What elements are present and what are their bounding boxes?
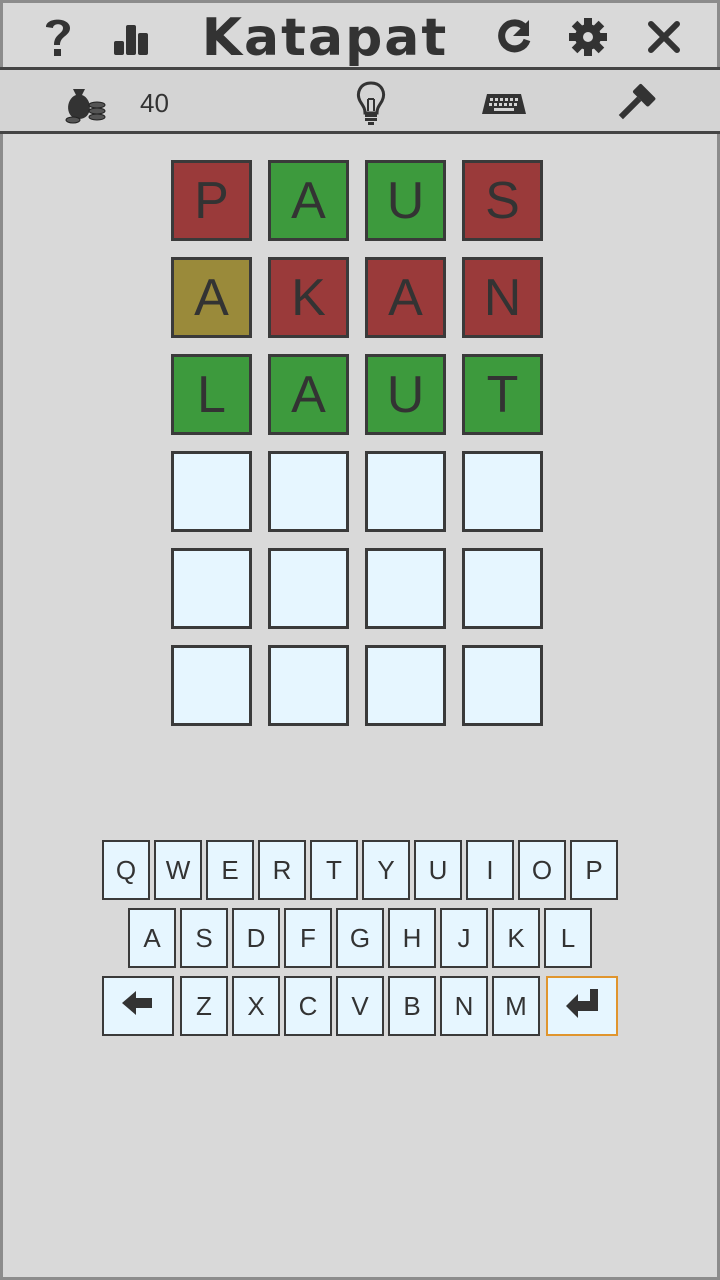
key-j[interactable]: J xyxy=(440,908,488,968)
key-x[interactable]: X xyxy=(232,976,280,1036)
board-tile: N xyxy=(462,257,543,338)
key-h[interactable]: H xyxy=(388,908,436,968)
keyboard-icon[interactable] xyxy=(480,88,528,120)
key-k[interactable]: K xyxy=(492,908,540,968)
board-tile: A xyxy=(268,354,349,435)
window-frame xyxy=(0,0,720,1280)
board-tile: P xyxy=(171,160,252,241)
close-icon[interactable] xyxy=(642,15,686,59)
board-tile xyxy=(268,548,349,629)
board-tile: A xyxy=(268,160,349,241)
board-tile: T xyxy=(462,354,543,435)
key-d[interactable]: D xyxy=(232,908,280,968)
board-tile xyxy=(462,451,543,532)
header: Katapat xyxy=(0,0,720,70)
key-i[interactable]: I xyxy=(466,840,514,900)
board-tile xyxy=(171,548,252,629)
restart-icon[interactable] xyxy=(492,15,536,59)
board-tile: S xyxy=(462,160,543,241)
board-tile xyxy=(365,645,446,726)
key-s[interactable]: S xyxy=(180,908,228,968)
board-tile: U xyxy=(365,354,446,435)
page-title: Katapat xyxy=(201,8,449,68)
coin-bag-icon xyxy=(62,82,108,126)
key-a[interactable]: A xyxy=(128,908,176,968)
help-icon[interactable] xyxy=(38,12,78,62)
backspace-key[interactable] xyxy=(102,976,174,1036)
key-y[interactable]: Y xyxy=(362,840,410,900)
key-t[interactable]: T xyxy=(310,840,358,900)
stats-icon[interactable] xyxy=(110,18,154,58)
settings-icon[interactable] xyxy=(566,15,610,59)
key-w[interactable]: W xyxy=(154,840,202,900)
key-l[interactable]: L xyxy=(544,908,592,968)
key-q[interactable]: Q xyxy=(102,840,150,900)
enter-return-icon xyxy=(564,987,600,1026)
key-o[interactable]: O xyxy=(518,840,566,900)
key-m[interactable]: M xyxy=(492,976,540,1036)
board-tile xyxy=(365,451,446,532)
board-tile: A xyxy=(365,257,446,338)
key-u[interactable]: U xyxy=(414,840,462,900)
key-f[interactable]: F xyxy=(284,908,332,968)
board-tile: U xyxy=(365,160,446,241)
board-tile xyxy=(462,645,543,726)
key-n[interactable]: N xyxy=(440,976,488,1036)
key-c[interactable]: C xyxy=(284,976,332,1036)
key-r[interactable]: R xyxy=(258,840,306,900)
board-tile xyxy=(268,451,349,532)
toolbar-divider xyxy=(0,131,720,134)
key-b[interactable]: B xyxy=(388,976,436,1036)
board-tile xyxy=(462,548,543,629)
board-tile: L xyxy=(171,354,252,435)
key-z[interactable]: Z xyxy=(180,976,228,1036)
key-e[interactable]: E xyxy=(206,840,254,900)
enter-key[interactable] xyxy=(546,976,618,1036)
board-tile xyxy=(171,645,252,726)
board-tile xyxy=(171,451,252,532)
board-tile: K xyxy=(268,257,349,338)
board-tile xyxy=(365,548,446,629)
hint-bulb-icon[interactable] xyxy=(352,80,390,126)
key-p[interactable]: P xyxy=(570,840,618,900)
key-v[interactable]: V xyxy=(336,976,384,1036)
hammer-icon[interactable] xyxy=(612,80,658,126)
board-tile xyxy=(268,645,349,726)
board-tile: A xyxy=(171,257,252,338)
key-g[interactable]: G xyxy=(336,908,384,968)
backspace-arrow-icon xyxy=(122,990,154,1022)
coins-count: 40 xyxy=(140,88,169,118)
